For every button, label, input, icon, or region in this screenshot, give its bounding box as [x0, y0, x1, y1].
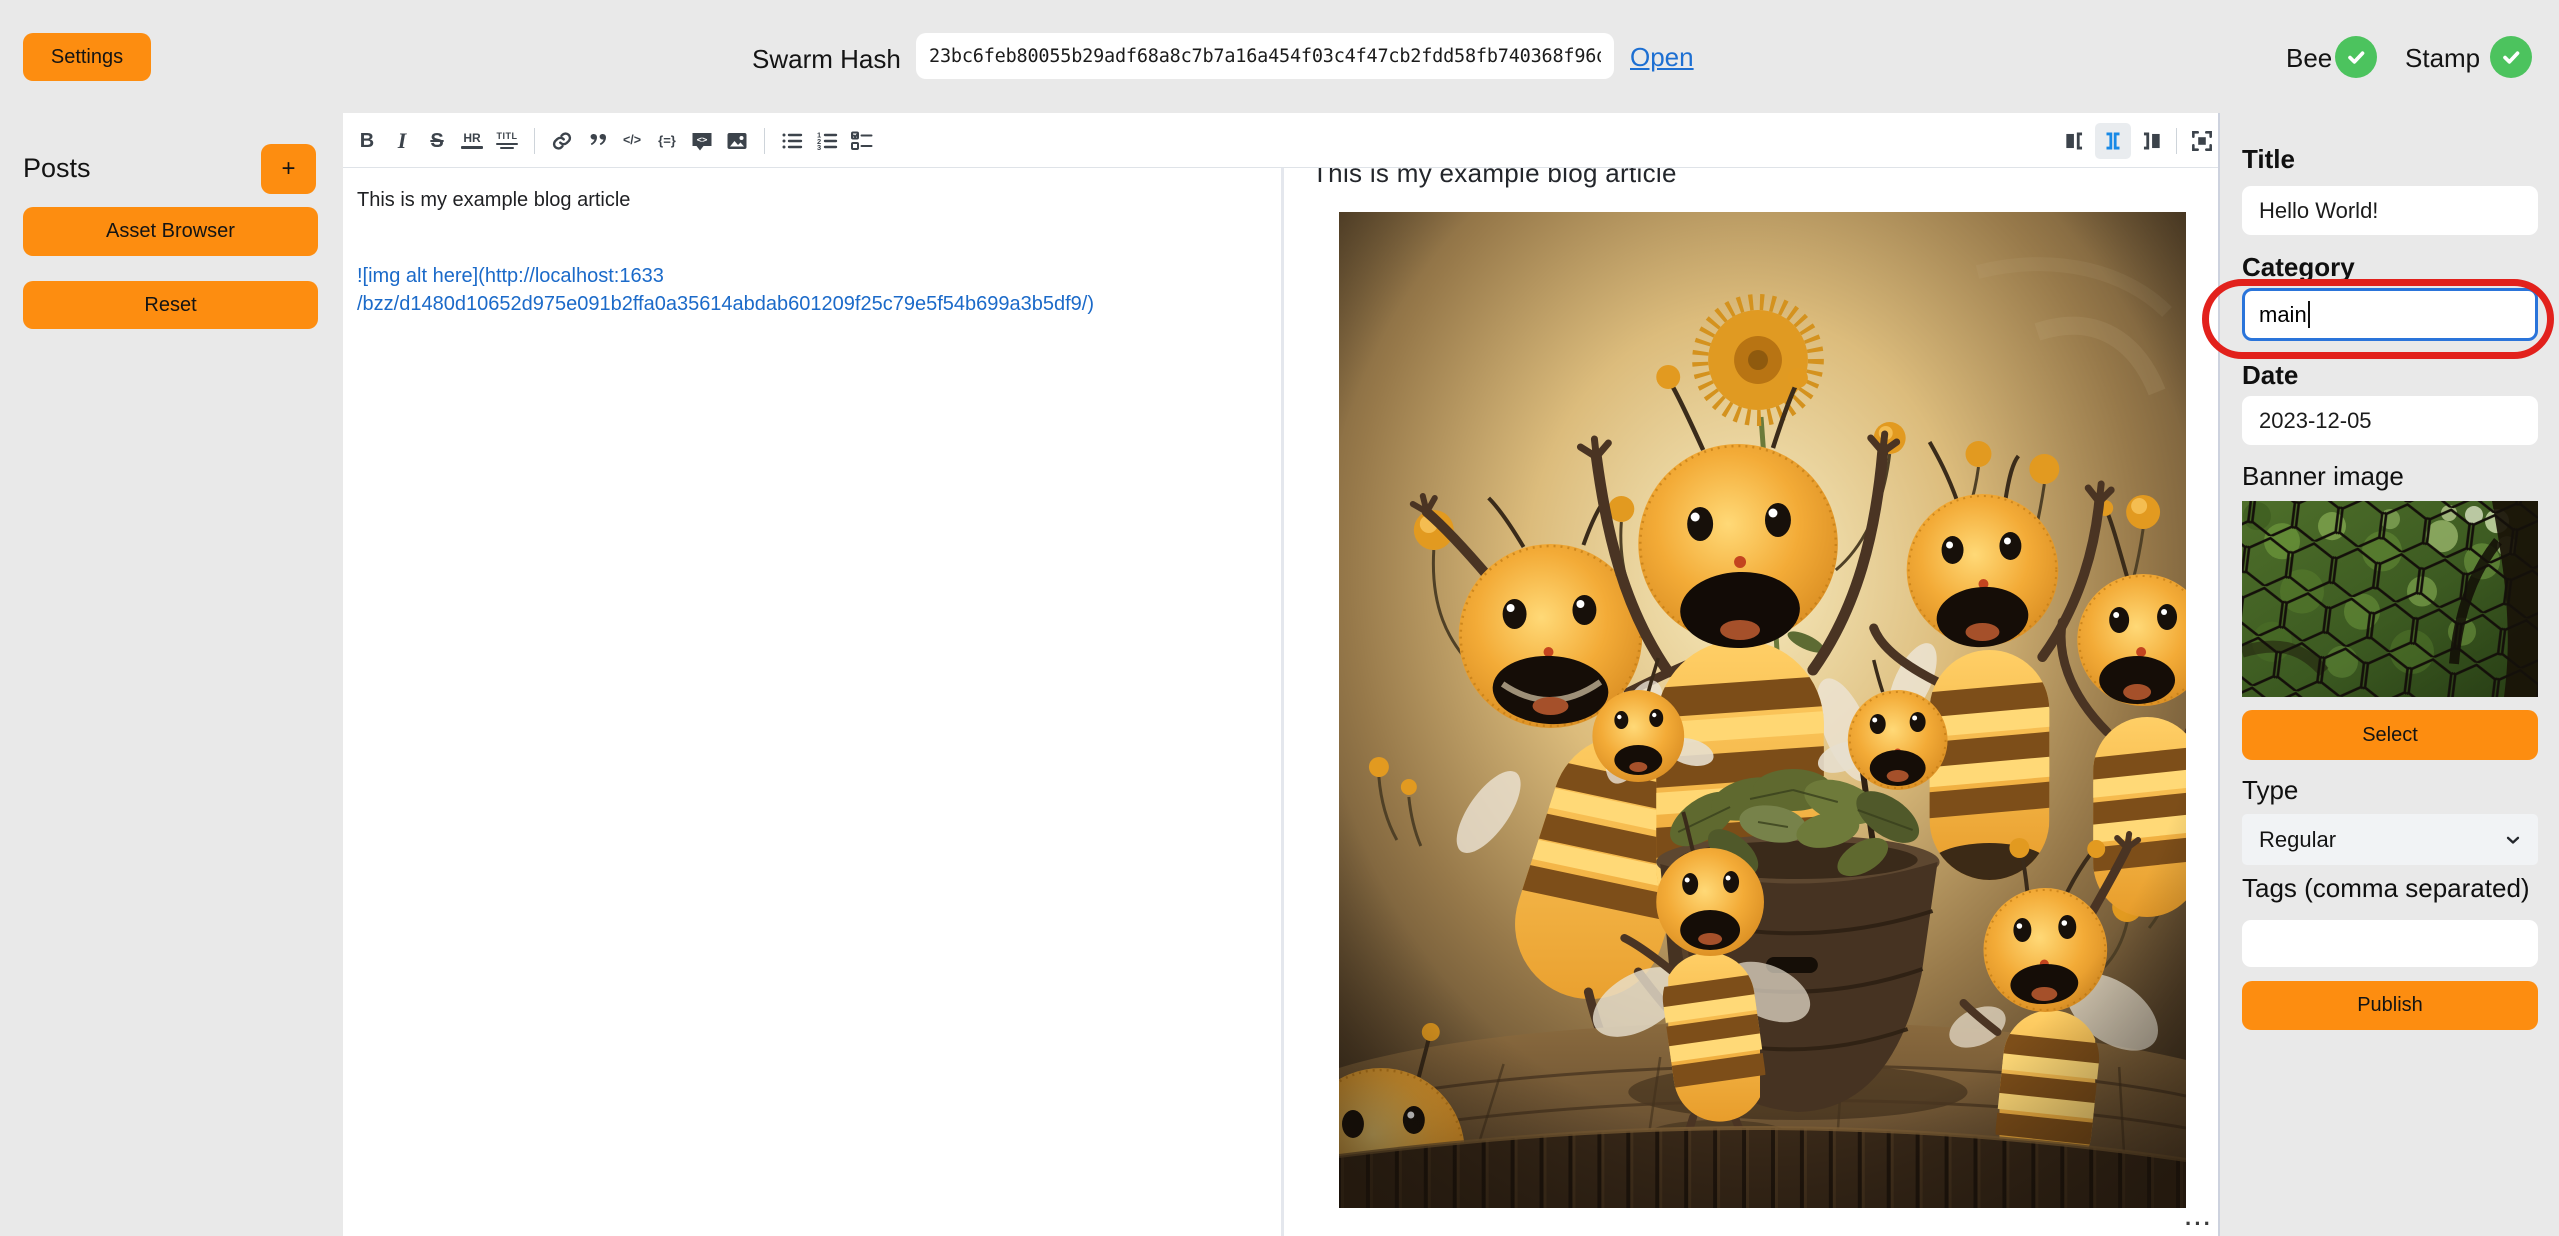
editor-image-markdown-line2: /bzz/d1480d10652d975e091b2ffa0a35614abda…	[357, 290, 1257, 318]
add-post-button[interactable]: +	[261, 144, 316, 194]
editor-view-icon[interactable]	[2062, 128, 2088, 154]
toolbar-separator	[2176, 128, 2177, 154]
link-icon[interactable]	[549, 128, 575, 154]
title-input[interactable]	[2242, 186, 2538, 235]
toolbar-format-group: B I S HR TITL </> {=} <> 123	[354, 113, 875, 168]
bee-status-label: Bee	[2286, 43, 2332, 74]
type-select-value: Regular	[2259, 827, 2336, 853]
ordered-list-icon[interactable]: 123	[814, 128, 840, 154]
category-label: Category	[2242, 252, 2538, 283]
task-list-icon[interactable]	[849, 128, 875, 154]
image-icon[interactable]	[724, 128, 750, 154]
category-input[interactable]	[2242, 288, 2538, 341]
stamp-check-icon	[2490, 36, 2532, 78]
chevron-down-icon	[2503, 830, 2523, 850]
banner-foliage-image	[2242, 501, 2538, 697]
category-field-wrap	[2242, 288, 2538, 341]
comment-code-icon[interactable]: <>	[689, 128, 715, 154]
posts-heading: Posts	[23, 153, 91, 184]
quote-icon[interactable]	[584, 128, 610, 154]
strikethrough-icon[interactable]: S	[424, 128, 450, 154]
panel-divider	[2218, 113, 2220, 1236]
date-input[interactable]	[2242, 396, 2538, 445]
code-block-icon[interactable]: {=}	[654, 128, 680, 154]
fullscreen-icon[interactable]	[2189, 128, 2215, 154]
type-label: Type	[2242, 775, 2538, 806]
settings-button[interactable]: Settings	[23, 33, 151, 81]
banner-image-thumbnail[interactable]	[2242, 501, 2538, 697]
bold-icon[interactable]: B	[354, 128, 380, 154]
markdown-editor[interactable]: This is my example blog article ![img al…	[343, 168, 1281, 1236]
bee-check-icon	[2335, 36, 2377, 78]
hr-icon[interactable]: HR	[459, 128, 485, 154]
editor-image-markdown-line1: ![img alt here](http://localhost:1633	[357, 262, 1257, 290]
toolbar-view-group	[2062, 113, 2215, 168]
title-label: Title	[2242, 144, 2538, 175]
preview-heading: This is my example blog article	[1312, 168, 2218, 189]
select-banner-button[interactable]: Select	[2242, 710, 2538, 760]
bullet-list-icon[interactable]	[779, 128, 805, 154]
preview-resize-handle[interactable]: ···	[2185, 1211, 2213, 1236]
open-link[interactable]: Open	[1630, 42, 1694, 73]
preview-view-icon[interactable]	[2138, 128, 2164, 154]
svg-text:<>: <>	[697, 135, 708, 145]
toolbar-separator	[764, 128, 765, 154]
swarm-hash-input[interactable]	[916, 33, 1614, 79]
type-select[interactable]: Regular	[2242, 814, 2538, 865]
tags-label: Tags (comma separated)	[2242, 873, 2538, 904]
title-icon[interactable]: TITL	[494, 128, 520, 154]
swarm-hash-label: Swarm Hash	[752, 44, 901, 75]
asset-browser-button[interactable]: Asset Browser	[23, 207, 318, 256]
svg-text:3: 3	[817, 143, 821, 152]
text-caret	[2308, 301, 2310, 328]
reset-button[interactable]: Reset	[23, 281, 318, 329]
editor-line: This is my example blog article	[357, 186, 1257, 214]
banner-image-label: Banner image	[2242, 461, 2538, 492]
code-icon[interactable]: </>	[619, 128, 645, 154]
tags-input[interactable]	[2242, 920, 2538, 967]
date-label: Date	[2242, 360, 2538, 391]
split-view-icon[interactable]	[2095, 123, 2131, 159]
publish-button[interactable]: Publish	[2242, 981, 2538, 1030]
preview-pane: This is my example blog article	[1284, 168, 2218, 1236]
stamp-status-label: Stamp	[2405, 43, 2480, 74]
blog-image	[1339, 212, 2186, 1208]
italic-icon[interactable]: I	[389, 128, 415, 154]
toolbar-separator	[534, 128, 535, 154]
